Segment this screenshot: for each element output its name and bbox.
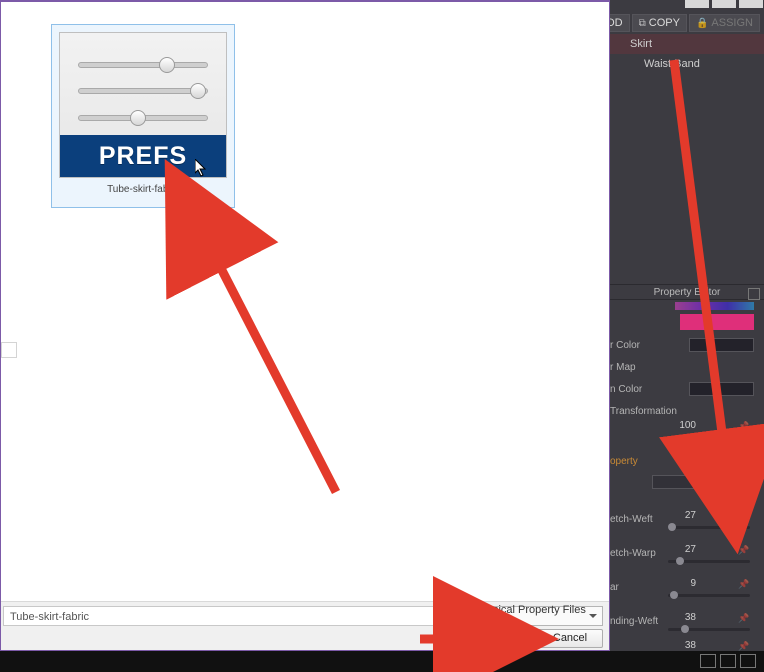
- layer-actions: +ADD ⧉COPY 🔒ASSIGN: [584, 14, 760, 32]
- slider-value: 27: [685, 510, 696, 521]
- slider-label: etch-Warp: [610, 548, 656, 559]
- status-button-1[interactable]: [700, 654, 716, 668]
- save-preset-button[interactable]: [740, 475, 754, 489]
- slider-value: 100: [679, 420, 696, 431]
- side-strip: [1, 2, 21, 601]
- right-panel: +ADD ⧉COPY 🔒ASSIGN Skirt Waist Band Prop…: [610, 0, 764, 651]
- pin-icon[interactable]: [738, 420, 750, 432]
- file-open-dialog: PREFS Tube-skirt-fabric Tube-skirt-fabri…: [0, 0, 610, 651]
- copy-button-label: COPY: [649, 17, 680, 29]
- assign-button-label: ASSIGN: [711, 17, 753, 29]
- slider-label: etch-Weft: [610, 514, 653, 525]
- file-list-pane: PREFS Tube-skirt-fabric: [1, 2, 609, 601]
- dialog-bottom-strip: Tube-skirt-fabric Physical Property File…: [1, 601, 609, 650]
- texture-preview[interactable]: [675, 302, 754, 310]
- status-bar: [0, 651, 764, 672]
- sliders-icon: [60, 43, 226, 138]
- open-button[interactable]: Open: [467, 629, 533, 648]
- property-editor-title: Property Editor: [610, 284, 764, 300]
- slider-value: 9: [690, 578, 696, 589]
- window-close-button[interactable]: [739, 0, 763, 8]
- layer-list: Skirt Waist Band: [610, 34, 764, 74]
- pin-icon[interactable]: [738, 510, 750, 522]
- copy-icon: ⧉: [639, 18, 646, 29]
- window-maximize-button[interactable]: [712, 0, 736, 8]
- filename-input[interactable]: Tube-skirt-fabric: [3, 606, 453, 626]
- color-swatch[interactable]: [680, 314, 754, 330]
- file-type-label: Physical Property Files (*.PSP): [474, 604, 586, 628]
- file-type-select[interactable]: Physical Property Files (*.PSP): [467, 606, 603, 626]
- transformation-slider[interactable]: 100: [610, 420, 754, 450]
- prop-value-color[interactable]: [689, 338, 754, 352]
- preset-select[interactable]: [652, 475, 720, 489]
- slider-label: ar: [610, 582, 619, 593]
- slider-stretch-weft[interactable]: etch-Weft 27: [610, 510, 754, 540]
- status-button-2[interactable]: [720, 654, 736, 668]
- window-minimize-button[interactable]: [685, 0, 709, 8]
- slider-label: nding-Weft: [610, 616, 658, 627]
- prop-value-ncolor[interactable]: [689, 382, 754, 396]
- slider-stretch-warp[interactable]: etch-Warp 27: [610, 544, 754, 574]
- slider-bending-weft[interactable]: nding-Weft 38: [610, 612, 754, 642]
- prop-label-map: r Map: [610, 362, 764, 373]
- side-strip-box: [1, 342, 17, 358]
- file-item-label: Tube-skirt-fabric: [59, 184, 227, 195]
- slider-value: 38: [685, 612, 696, 623]
- layer-label: Waist Band: [644, 58, 700, 70]
- layer-row[interactable]: Skirt: [610, 34, 764, 54]
- pin-icon[interactable]: [738, 578, 750, 590]
- cancel-button[interactable]: Cancel: [537, 629, 603, 648]
- physical-property-section: operty: [610, 456, 764, 472]
- file-thumbnail: PREFS: [59, 32, 227, 178]
- open-preset-button[interactable]: [724, 475, 738, 489]
- filename-dropdown-button[interactable]: [447, 606, 461, 626]
- slider-value: 27: [685, 544, 696, 555]
- slider-value: 38: [685, 640, 696, 651]
- lock-icon: 🔒: [696, 18, 708, 29]
- assign-button[interactable]: 🔒ASSIGN: [689, 14, 760, 32]
- copy-button[interactable]: ⧉COPY: [632, 14, 687, 32]
- cursor-icon: [195, 159, 207, 177]
- slider-shear[interactable]: ar 9: [610, 578, 754, 608]
- pin-icon[interactable]: [738, 612, 750, 624]
- status-button-3[interactable]: [740, 654, 756, 668]
- pin-icon[interactable]: [738, 544, 750, 556]
- layer-label: Skirt: [630, 38, 652, 50]
- layer-row[interactable]: Waist Band: [610, 54, 764, 74]
- window-titlebar: [610, 0, 764, 10]
- file-item[interactable]: PREFS Tube-skirt-fabric: [51, 24, 235, 208]
- prop-label-transformation: Transformation: [610, 406, 764, 417]
